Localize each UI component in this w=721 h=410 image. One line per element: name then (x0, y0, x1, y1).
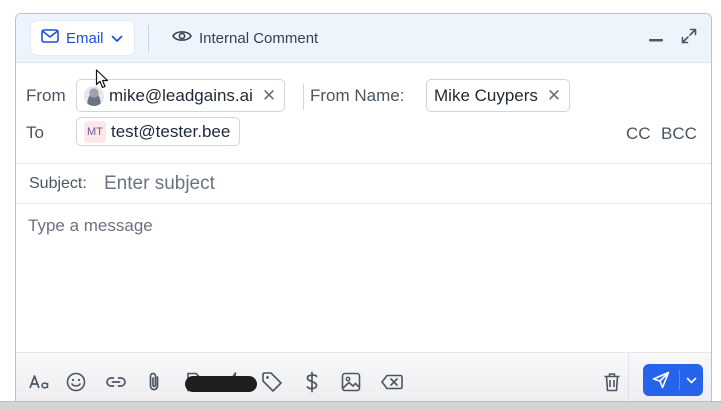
chevron-down-icon[interactable] (680, 364, 703, 396)
minimize-icon (648, 29, 664, 47)
message-input[interactable] (28, 216, 698, 346)
dollar-icon[interactable] (300, 370, 324, 394)
eye-icon (172, 29, 192, 47)
recipient-avatar: MT (84, 120, 106, 143)
from-label: From (26, 86, 66, 105)
clear-format-icon[interactable] (380, 370, 404, 394)
chevron-down-icon (111, 30, 123, 47)
to-label: To (26, 123, 44, 142)
from-email: mike@leadgains.ai (109, 85, 253, 105)
from-divider (303, 84, 304, 110)
from-name-chip[interactable]: Mike Cuypers ✕ (426, 79, 571, 112)
send-button[interactable] (643, 364, 703, 396)
redacted-overlay (185, 376, 257, 392)
from-name: Mike Cuypers (434, 85, 538, 105)
subject-label: Subject: (29, 175, 87, 192)
image-icon[interactable] (339, 370, 363, 394)
expand-button[interactable] (679, 28, 699, 48)
recipient-email: test@tester.bee (111, 121, 231, 141)
link-icon[interactable] (104, 370, 128, 394)
from-name-label: From Name: (310, 86, 405, 105)
email-tab-label: Email (66, 29, 104, 47)
divider (16, 203, 711, 204)
header-divider (148, 25, 149, 52)
minimize-button[interactable] (646, 28, 666, 48)
tab-email[interactable]: Email (31, 21, 134, 55)
close-icon[interactable]: ✕ (547, 86, 561, 106)
trash-icon[interactable] (600, 370, 624, 394)
text-format-icon[interactable] (27, 370, 51, 394)
envelope-icon (41, 29, 59, 47)
divider (16, 163, 711, 164)
tag-icon[interactable] (260, 370, 284, 394)
cc-button[interactable]: CC (626, 124, 651, 144)
tab-internal-comment[interactable]: Internal Comment (172, 21, 318, 55)
emoji-icon[interactable] (64, 370, 88, 394)
window-bottom-edge (0, 401, 721, 410)
bcc-button[interactable]: BCC (661, 124, 697, 144)
close-icon[interactable]: ✕ (262, 86, 276, 106)
send-icon[interactable] (643, 364, 679, 396)
internal-comment-label: Internal Comment (199, 29, 319, 47)
attachment-icon[interactable] (142, 370, 166, 394)
expand-icon (681, 28, 697, 49)
email-composer: Email Internal Comment From mike@leadgai… (15, 13, 712, 410)
mouse-cursor-icon (95, 69, 109, 94)
composer-header: Email Internal Comment (16, 14, 711, 63)
to-recipient-chip[interactable]: MT test@tester.bee (76, 117, 241, 146)
subject-input[interactable] (104, 170, 664, 198)
